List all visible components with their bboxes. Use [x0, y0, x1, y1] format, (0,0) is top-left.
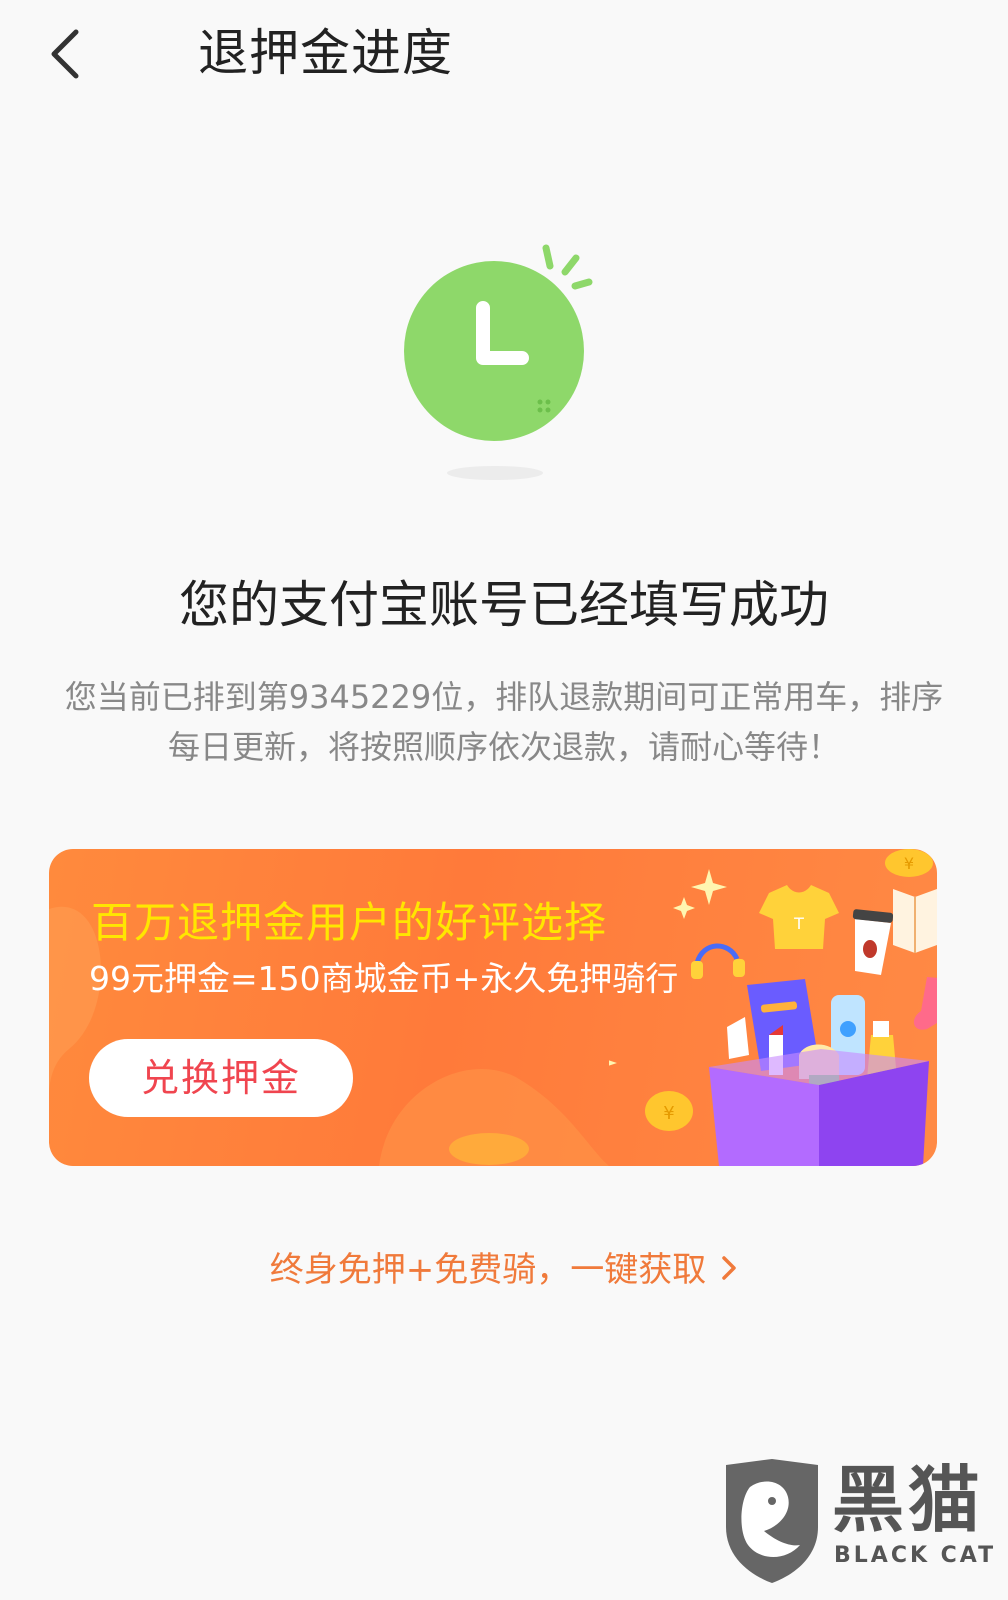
- sock-icon: [913, 977, 937, 1030]
- deposit-exchange-banner[interactable]: 百万退押金用户的好评选择 99元押金=150商城金币+永久免押骑行 兑换押金 ¥…: [49, 849, 937, 1166]
- queue-description: 您当前已排到第9345229位，排队退款期间可正常用车，排序每日更新，将按照顺序…: [64, 678, 944, 766]
- banner-headline: 百万退押金用户的好评选择: [91, 898, 608, 947]
- chevron-right-icon: [720, 1244, 738, 1300]
- black-cat-shield-icon: [726, 1459, 818, 1583]
- black-cat-watermark: 黑猫 BLACK CAT: [720, 1455, 1000, 1595]
- back-button[interactable]: [40, 22, 100, 86]
- clock-icon: [404, 244, 593, 480]
- exchange-deposit-button[interactable]: 兑换押金: [89, 1039, 353, 1117]
- header: 退押金进度: [0, 0, 1008, 110]
- page-title: 退押金进度: [198, 24, 453, 82]
- clock-illustration: [390, 230, 620, 500]
- headphones-icon: [694, 943, 740, 964]
- sparkle-icon: [609, 1060, 617, 1066]
- free-deposit-link[interactable]: 终身免押+免费骑，一键获取: [0, 1242, 1008, 1300]
- svg-text:¥: ¥: [904, 854, 914, 873]
- sparkle-icon: [673, 897, 695, 919]
- watermark-title-en: BLACK CAT: [834, 1543, 997, 1568]
- free-deposit-link-label: 终身免押+免费骑，一键获取: [269, 1250, 707, 1290]
- svg-text:T: T: [793, 914, 804, 933]
- watermark-title-cn: 黑猫: [832, 1458, 985, 1542]
- svg-text:¥: ¥: [663, 1103, 674, 1124]
- refund-progress-page: 退押金进度 您的支付宝账号已经填写成功 您当前已排到第9345229位，排队退款…: [0, 0, 1008, 1600]
- status-title: 您的支付宝账号已经填写成功: [179, 576, 829, 634]
- sparkle-icon: [691, 869, 727, 905]
- banner-subline: 99元押金=150商城金币+永久免押骑行: [89, 959, 679, 998]
- chevron-left-icon: [51, 29, 79, 79]
- gift-box-illustration: ¥ ¥ T: [609, 849, 937, 1166]
